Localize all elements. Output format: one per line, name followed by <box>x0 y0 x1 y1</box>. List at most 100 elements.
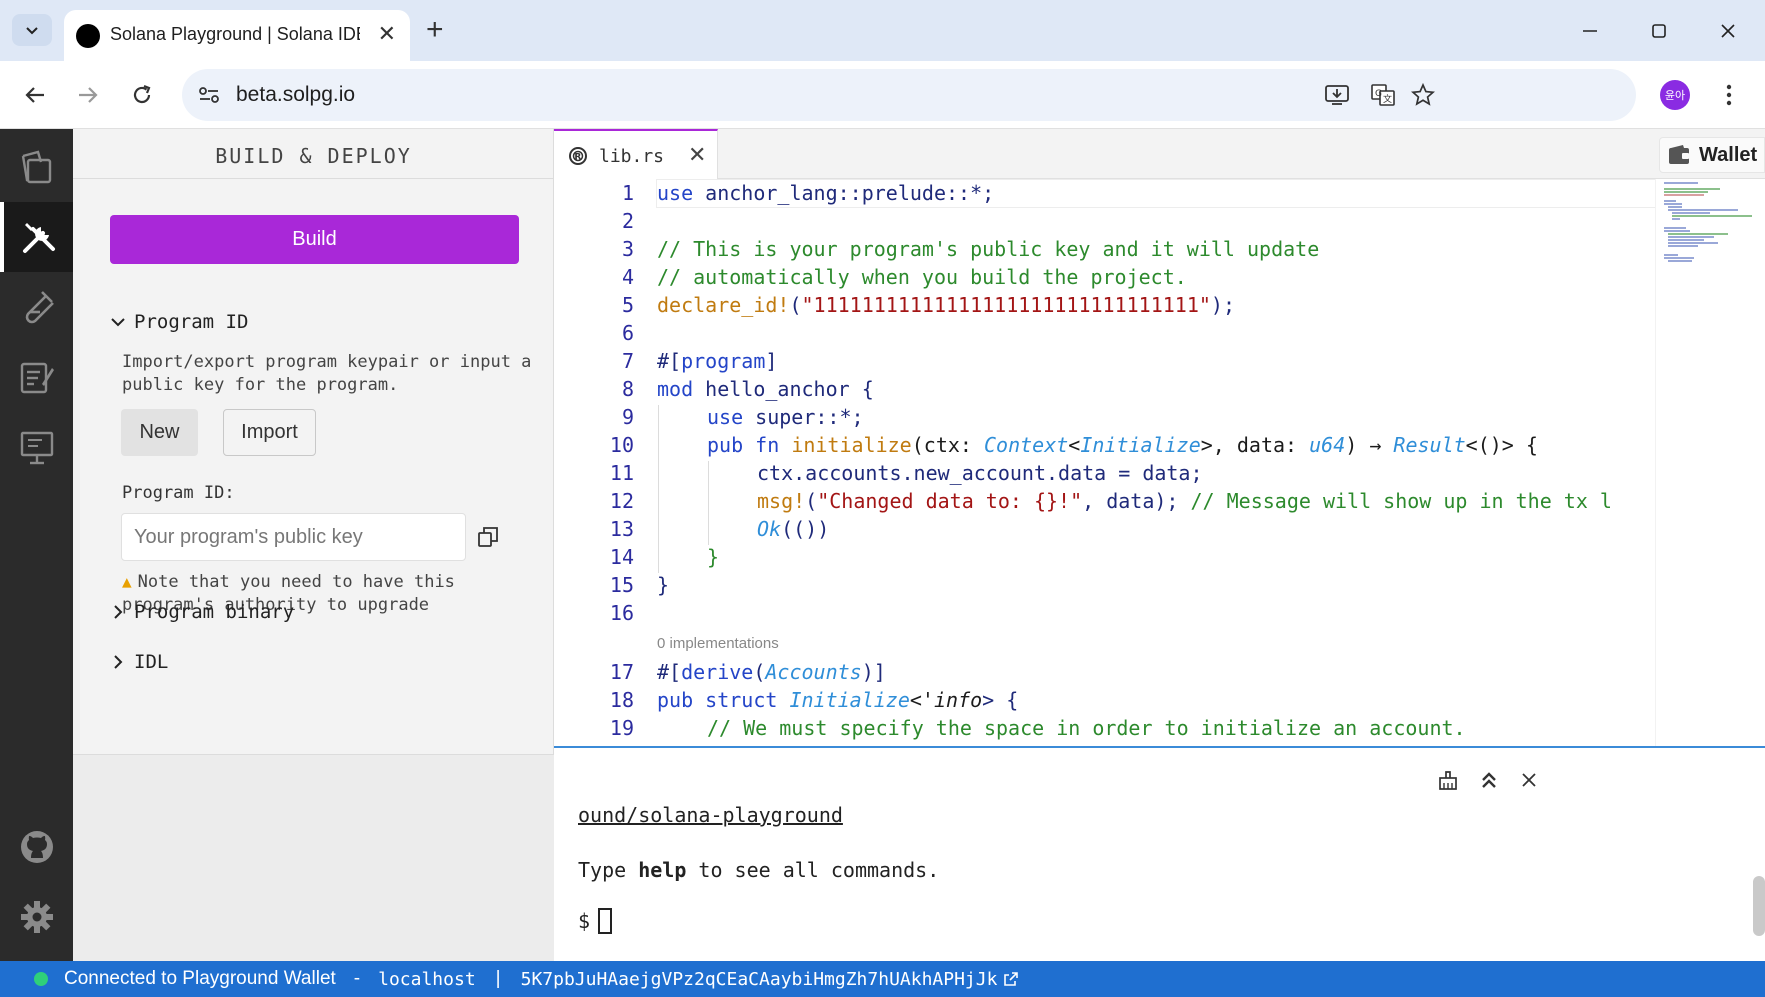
activity-bar <box>0 129 73 961</box>
minimap-line <box>1664 194 1704 196</box>
close-tab-icon[interactable]: ✕ <box>688 142 706 168</box>
terminal-panel[interactable]: ound/solana-playground Type help to see … <box>554 746 1765 961</box>
line-number: 15 <box>609 573 634 597</box>
chevron-down-icon <box>26 27 38 35</box>
settings-button[interactable] <box>0 882 73 952</box>
code-line-18: pub struct Initialize<'info> { <box>657 688 1019 712</box>
tab-search-button[interactable] <box>12 14 52 46</box>
browser-titlebar: Solana Playground | Solana IDE ✕ + <box>0 0 1765 61</box>
url-text: beta.solpg.io <box>236 83 356 106</box>
status-separator: | <box>495 968 501 989</box>
new-keypair-button[interactable]: New <box>121 409 198 456</box>
minimap-line <box>1664 191 1708 193</box>
line-number: 2 <box>621 209 634 233</box>
bookmark-star-icon[interactable] <box>1408 81 1438 109</box>
line-number: 8 <box>621 377 634 401</box>
site-info-icon[interactable] <box>194 81 224 109</box>
reload-button[interactable] <box>122 75 162 115</box>
maximize-button[interactable] <box>1639 14 1679 48</box>
chevrons-up-icon <box>1482 772 1496 788</box>
new-tab-icon[interactable]: + <box>426 15 444 45</box>
build-deploy-panel: BUILD & DEPLOY Build Program ID Import/e… <box>73 129 554 961</box>
clear-terminal-button[interactable] <box>1434 766 1462 794</box>
profile-avatar[interactable]: 윤아 <box>1660 80 1690 110</box>
line-number: 11 <box>609 461 634 485</box>
minimap[interactable] <box>1655 179 1765 746</box>
copy-icon[interactable] <box>475 524 501 550</box>
programs-button[interactable] <box>0 412 73 482</box>
codelens-implementations[interactable]: 0 implementations <box>657 635 779 652</box>
github-button[interactable] <box>0 812 73 882</box>
code-line-7: #[program] <box>657 349 778 373</box>
back-button[interactable] <box>15 75 55 115</box>
terminal-prompt[interactable]: $ <box>578 908 613 934</box>
forward-button[interactable] <box>68 75 108 115</box>
maximize-terminal-button[interactable] <box>1475 766 1503 794</box>
minimap-line <box>1664 230 1690 232</box>
browser-tab-active[interactable]: Solana Playground | Solana IDE ✕ <box>64 10 410 61</box>
more-vert-icon <box>1726 84 1732 106</box>
code-line-5: declare_id!("111111111111111111111111111… <box>657 293 1235 317</box>
program-id-input[interactable] <box>121 513 466 561</box>
install-app-icon[interactable] <box>1322 81 1352 109</box>
wallet-button[interactable]: Wallet <box>1659 137 1765 173</box>
import-keypair-button[interactable]: Import <box>223 409 316 456</box>
terminal-scrollbar[interactable] <box>1753 876 1765 936</box>
line-number: 6 <box>621 321 634 345</box>
code-line-3: // This is your program's public key and… <box>657 237 1320 261</box>
minimize-button[interactable] <box>1570 14 1610 48</box>
connection-status[interactable]: Connected to Playground Wallet <box>64 968 336 990</box>
line-number: 4 <box>621 265 634 289</box>
browser-menu-button[interactable] <box>1714 77 1744 113</box>
minimap-line <box>1668 236 1714 238</box>
status-separator: - <box>353 968 361 989</box>
wallet-address[interactable]: 5K7pbJuHAaejgVPz2qCEaCAaybiHmgZh7hUAkhAP… <box>521 969 998 990</box>
solana-favicon-icon <box>76 24 100 48</box>
editor-tab-lib-rs[interactable]: R lib.rs ✕ <box>554 129 718 179</box>
tools-icon <box>22 223 55 253</box>
reload-icon <box>133 84 151 104</box>
build-deploy-button[interactable] <box>0 202 73 272</box>
test-tube-icon <box>25 291 54 324</box>
external-link-icon[interactable] <box>1003 971 1019 987</box>
terminal-repo-link[interactable]: ound/solana-playground <box>578 803 843 827</box>
code-line-14: } <box>707 545 720 569</box>
program-binary-section-toggle[interactable]: Program binary <box>110 601 294 623</box>
line-number: 7 <box>621 349 634 373</box>
svg-text:G: G <box>1375 89 1382 99</box>
line-number: 3 <box>621 237 634 261</box>
test-button[interactable] <box>0 272 73 342</box>
status-bar: Connected to Playground Wallet - localho… <box>0 961 1765 997</box>
files-icon <box>21 150 51 184</box>
tutorials-button[interactable] <box>0 342 73 412</box>
code-line-9: use super::*; <box>707 405 864 429</box>
line-number: 1 <box>621 181 634 205</box>
panel-title: BUILD & DEPLOY <box>215 144 412 168</box>
line-number: 18 <box>609 688 634 712</box>
program-id-heading: Program ID <box>134 311 249 333</box>
minimap-line <box>1668 245 1698 247</box>
browser-tab-title: Solana Playground | Solana IDE <box>110 24 360 44</box>
build-button[interactable]: Build <box>110 215 519 264</box>
tab-close-icon[interactable]: ✕ <box>378 22 396 46</box>
line-number: 14 <box>609 545 634 569</box>
idl-section-toggle[interactable]: IDL <box>110 651 168 673</box>
network-endpoint[interactable]: localhost <box>378 969 476 990</box>
minimize-icon <box>1583 30 1597 32</box>
maximize-icon <box>1652 24 1666 38</box>
close-icon <box>1522 773 1536 787</box>
program-id-section-toggle[interactable]: Program ID <box>110 311 248 333</box>
close-terminal-button[interactable] <box>1515 766 1543 794</box>
close-window-button[interactable] <box>1708 14 1748 48</box>
line-number: 12 <box>609 489 634 513</box>
translate-icon[interactable]: G文 <box>1368 81 1398 109</box>
warning-icon: ▲ <box>122 572 132 591</box>
chevron-down-icon <box>111 318 125 327</box>
explorer-button[interactable] <box>0 132 73 202</box>
minimap-line <box>1664 200 1676 202</box>
address-bar[interactable]: beta.solpg.io G文 <box>182 69 1636 121</box>
arrow-left-icon <box>25 87 44 103</box>
line-number: 19 <box>609 716 634 740</box>
wallet-icon <box>1669 145 1689 164</box>
code-editor[interactable]: 1 2 3 4 5 6 7 8 9 10 11 12 13 14 15 16 1… <box>554 179 1765 746</box>
